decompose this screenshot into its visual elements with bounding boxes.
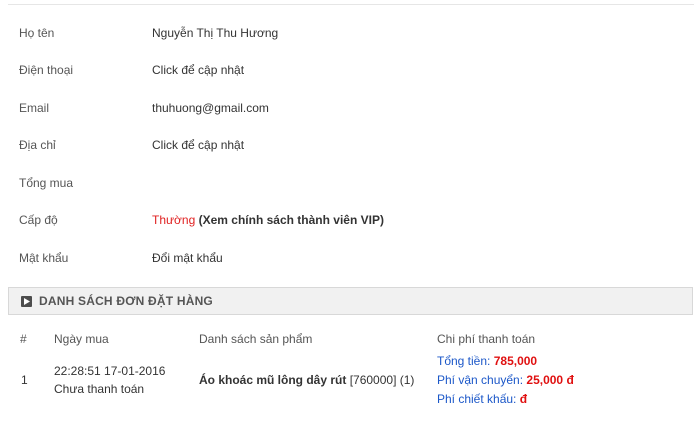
- col-header-date: Ngày mua: [54, 332, 109, 346]
- profile-row-address: Địa chỉ Click để cập nhật: [0, 138, 700, 158]
- orders-section-header: DANH SÁCH ĐƠN ĐẶT HÀNG: [8, 287, 693, 315]
- profile-row-name: Họ tên Nguyễn Thị Thu Hương: [0, 26, 700, 46]
- address-value: Click để cập nhật: [152, 138, 244, 152]
- address-update-link[interactable]: Click để cập nhật: [152, 138, 244, 152]
- shipping-value: 25,000 đ: [526, 373, 574, 387]
- level-value: Thường: [152, 213, 196, 227]
- phone-update-link[interactable]: Click để cập nhật: [152, 63, 244, 77]
- col-header-products: Danh sách sản phẩm: [199, 332, 313, 346]
- arrow-right-box-icon: [21, 296, 32, 307]
- password-value: Đổi mật khẩu: [152, 251, 223, 265]
- order-datetime: 22:28:51 17-01-2016: [54, 364, 166, 378]
- name-label: Họ tên: [19, 26, 55, 40]
- order-discount: Phí chiết khấu: đ: [437, 392, 527, 406]
- order-status: Chưa thanh toán: [54, 382, 145, 396]
- order-index: 1: [21, 373, 28, 387]
- address-label: Địa chỉ: [19, 138, 56, 152]
- level-value-wrap: Thường (Xem chính sách thành viên VIP): [152, 213, 384, 227]
- vip-policy-link[interactable]: (Xem chính sách thành viên VIP): [199, 213, 384, 227]
- col-header-payment: Chi phí thanh toán: [437, 332, 536, 346]
- top-divider: [8, 4, 694, 5]
- order-product: Áo khoác mũ lông dây rút [760000] (1): [199, 373, 414, 387]
- order-shipping: Phí vận chuyển: 25,000 đ: [437, 373, 574, 387]
- email-value: thuhuong@gmail.com: [152, 101, 269, 115]
- product-name: Áo khoác mũ lông dây rút: [199, 373, 347, 387]
- profile-row-email: Email thuhuong@gmail.com: [0, 101, 700, 121]
- phone-label: Điện thoại: [19, 63, 74, 77]
- name-value: Nguyễn Thị Thu Hương: [152, 26, 279, 40]
- total-purchase-label: Tổng mua: [19, 176, 74, 190]
- profile-row-level: Cấp độ Thường (Xem chính sách thành viên…: [0, 213, 700, 233]
- profile-row-total-purchase: Tổng mua: [0, 176, 700, 196]
- col-header-index: #: [20, 332, 27, 346]
- product-detail: [760000] (1): [346, 373, 415, 387]
- phone-value: Click để cập nhật: [152, 63, 244, 77]
- change-password-link[interactable]: Đổi mật khẩu: [152, 251, 223, 265]
- profile-row-phone: Điện thoại Click để cập nhật: [0, 63, 700, 83]
- discount-value: đ: [519, 392, 528, 406]
- total-label: Tổng tiền:: [437, 354, 491, 368]
- level-label: Cấp độ: [19, 213, 58, 227]
- orders-section-title: DANH SÁCH ĐƠN ĐẶT HÀNG: [39, 294, 213, 308]
- shipping-label: Phí vận chuyển:: [437, 373, 524, 387]
- email-label: Email: [19, 101, 50, 115]
- order-total: Tổng tiền: 785,000: [437, 354, 537, 368]
- discount-label: Phí chiết khấu:: [437, 392, 517, 406]
- password-label: Mật khẩu: [19, 251, 69, 265]
- total-value: 785,000: [493, 354, 538, 368]
- profile-row-password: Mật khẩu Đổi mật khẩu: [0, 251, 700, 271]
